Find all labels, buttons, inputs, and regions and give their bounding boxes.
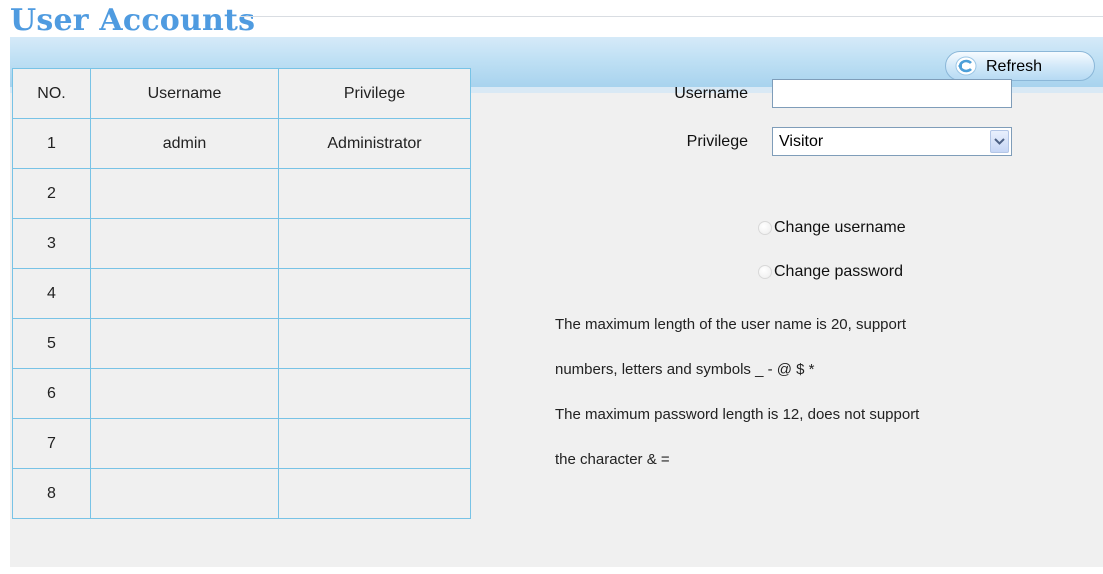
table-row[interactable]: 6	[12, 368, 471, 419]
table-row[interactable]: 8	[12, 468, 471, 519]
row-number: 3	[12, 218, 91, 269]
row-username	[90, 468, 279, 519]
change-username-label: Change username	[774, 219, 906, 236]
column-header-privilege: Privilege	[278, 68, 471, 119]
row-number: 6	[12, 368, 91, 419]
username-input[interactable]	[772, 79, 1012, 108]
row-privilege: Administrator	[278, 118, 471, 169]
title-divider	[240, 16, 1103, 17]
change-username-radio[interactable]	[758, 221, 772, 235]
row-number: 7	[12, 418, 91, 469]
table-row[interactable]: 5	[12, 318, 471, 369]
row-username	[90, 368, 279, 419]
password-rule-line-1: The maximum password length is 12, does …	[555, 406, 920, 423]
change-password-radio[interactable]	[758, 265, 772, 279]
row-privilege	[278, 368, 471, 419]
row-number: 5	[12, 318, 91, 369]
row-username: admin	[90, 118, 279, 169]
table-row[interactable]: 4	[12, 268, 471, 319]
page-title: User Accounts	[10, 3, 256, 38]
table-row[interactable]: 2	[12, 168, 471, 219]
row-username	[90, 268, 279, 319]
table-row[interactable]: 3	[12, 218, 471, 269]
row-privilege	[278, 268, 471, 319]
row-privilege	[278, 218, 471, 269]
refresh-label: Refresh	[986, 58, 1043, 75]
row-number: 2	[12, 168, 91, 219]
change-password-label: Change password	[774, 263, 903, 280]
table-row[interactable]: 1 admin Administrator	[12, 118, 471, 169]
privilege-selected-value: Visitor	[779, 133, 824, 150]
privilege-select[interactable]: Visitor	[772, 127, 1012, 156]
username-label: Username	[674, 85, 748, 102]
chevron-down-icon	[994, 138, 1005, 145]
column-header-username: Username	[90, 68, 279, 119]
username-rule-line-2: numbers, letters and symbols _ - @ $ *	[555, 361, 815, 378]
row-username	[90, 218, 279, 269]
row-privilege	[278, 168, 471, 219]
row-number: 8	[12, 468, 91, 519]
row-number: 4	[12, 268, 91, 319]
refresh-arrow-icon	[955, 56, 977, 76]
table-row[interactable]: 7	[12, 418, 471, 469]
refresh-button[interactable]: Refresh	[945, 51, 1095, 81]
change-username-option[interactable]: Change username	[758, 219, 906, 237]
table-header-row: NO. Username Privilege	[12, 68, 471, 119]
row-username	[90, 168, 279, 219]
dropdown-arrow-icon[interactable]	[990, 130, 1009, 153]
column-header-no: NO.	[12, 68, 91, 119]
password-rule-line-2: the character & =	[555, 451, 670, 468]
row-number: 1	[12, 118, 91, 169]
row-privilege	[278, 468, 471, 519]
username-rule-line-1: The maximum length of the user name is 2…	[555, 316, 907, 333]
row-username	[90, 318, 279, 369]
row-privilege	[278, 318, 471, 369]
user-accounts-page: User Accounts Refresh NO. Username Privi…	[0, 0, 1103, 574]
row-username	[90, 418, 279, 469]
change-password-option[interactable]: Change password	[758, 263, 903, 281]
privilege-label: Privilege	[686, 133, 748, 150]
user-accounts-table: NO. Username Privilege 1 admin Administr…	[12, 68, 471, 519]
row-privilege	[278, 418, 471, 469]
